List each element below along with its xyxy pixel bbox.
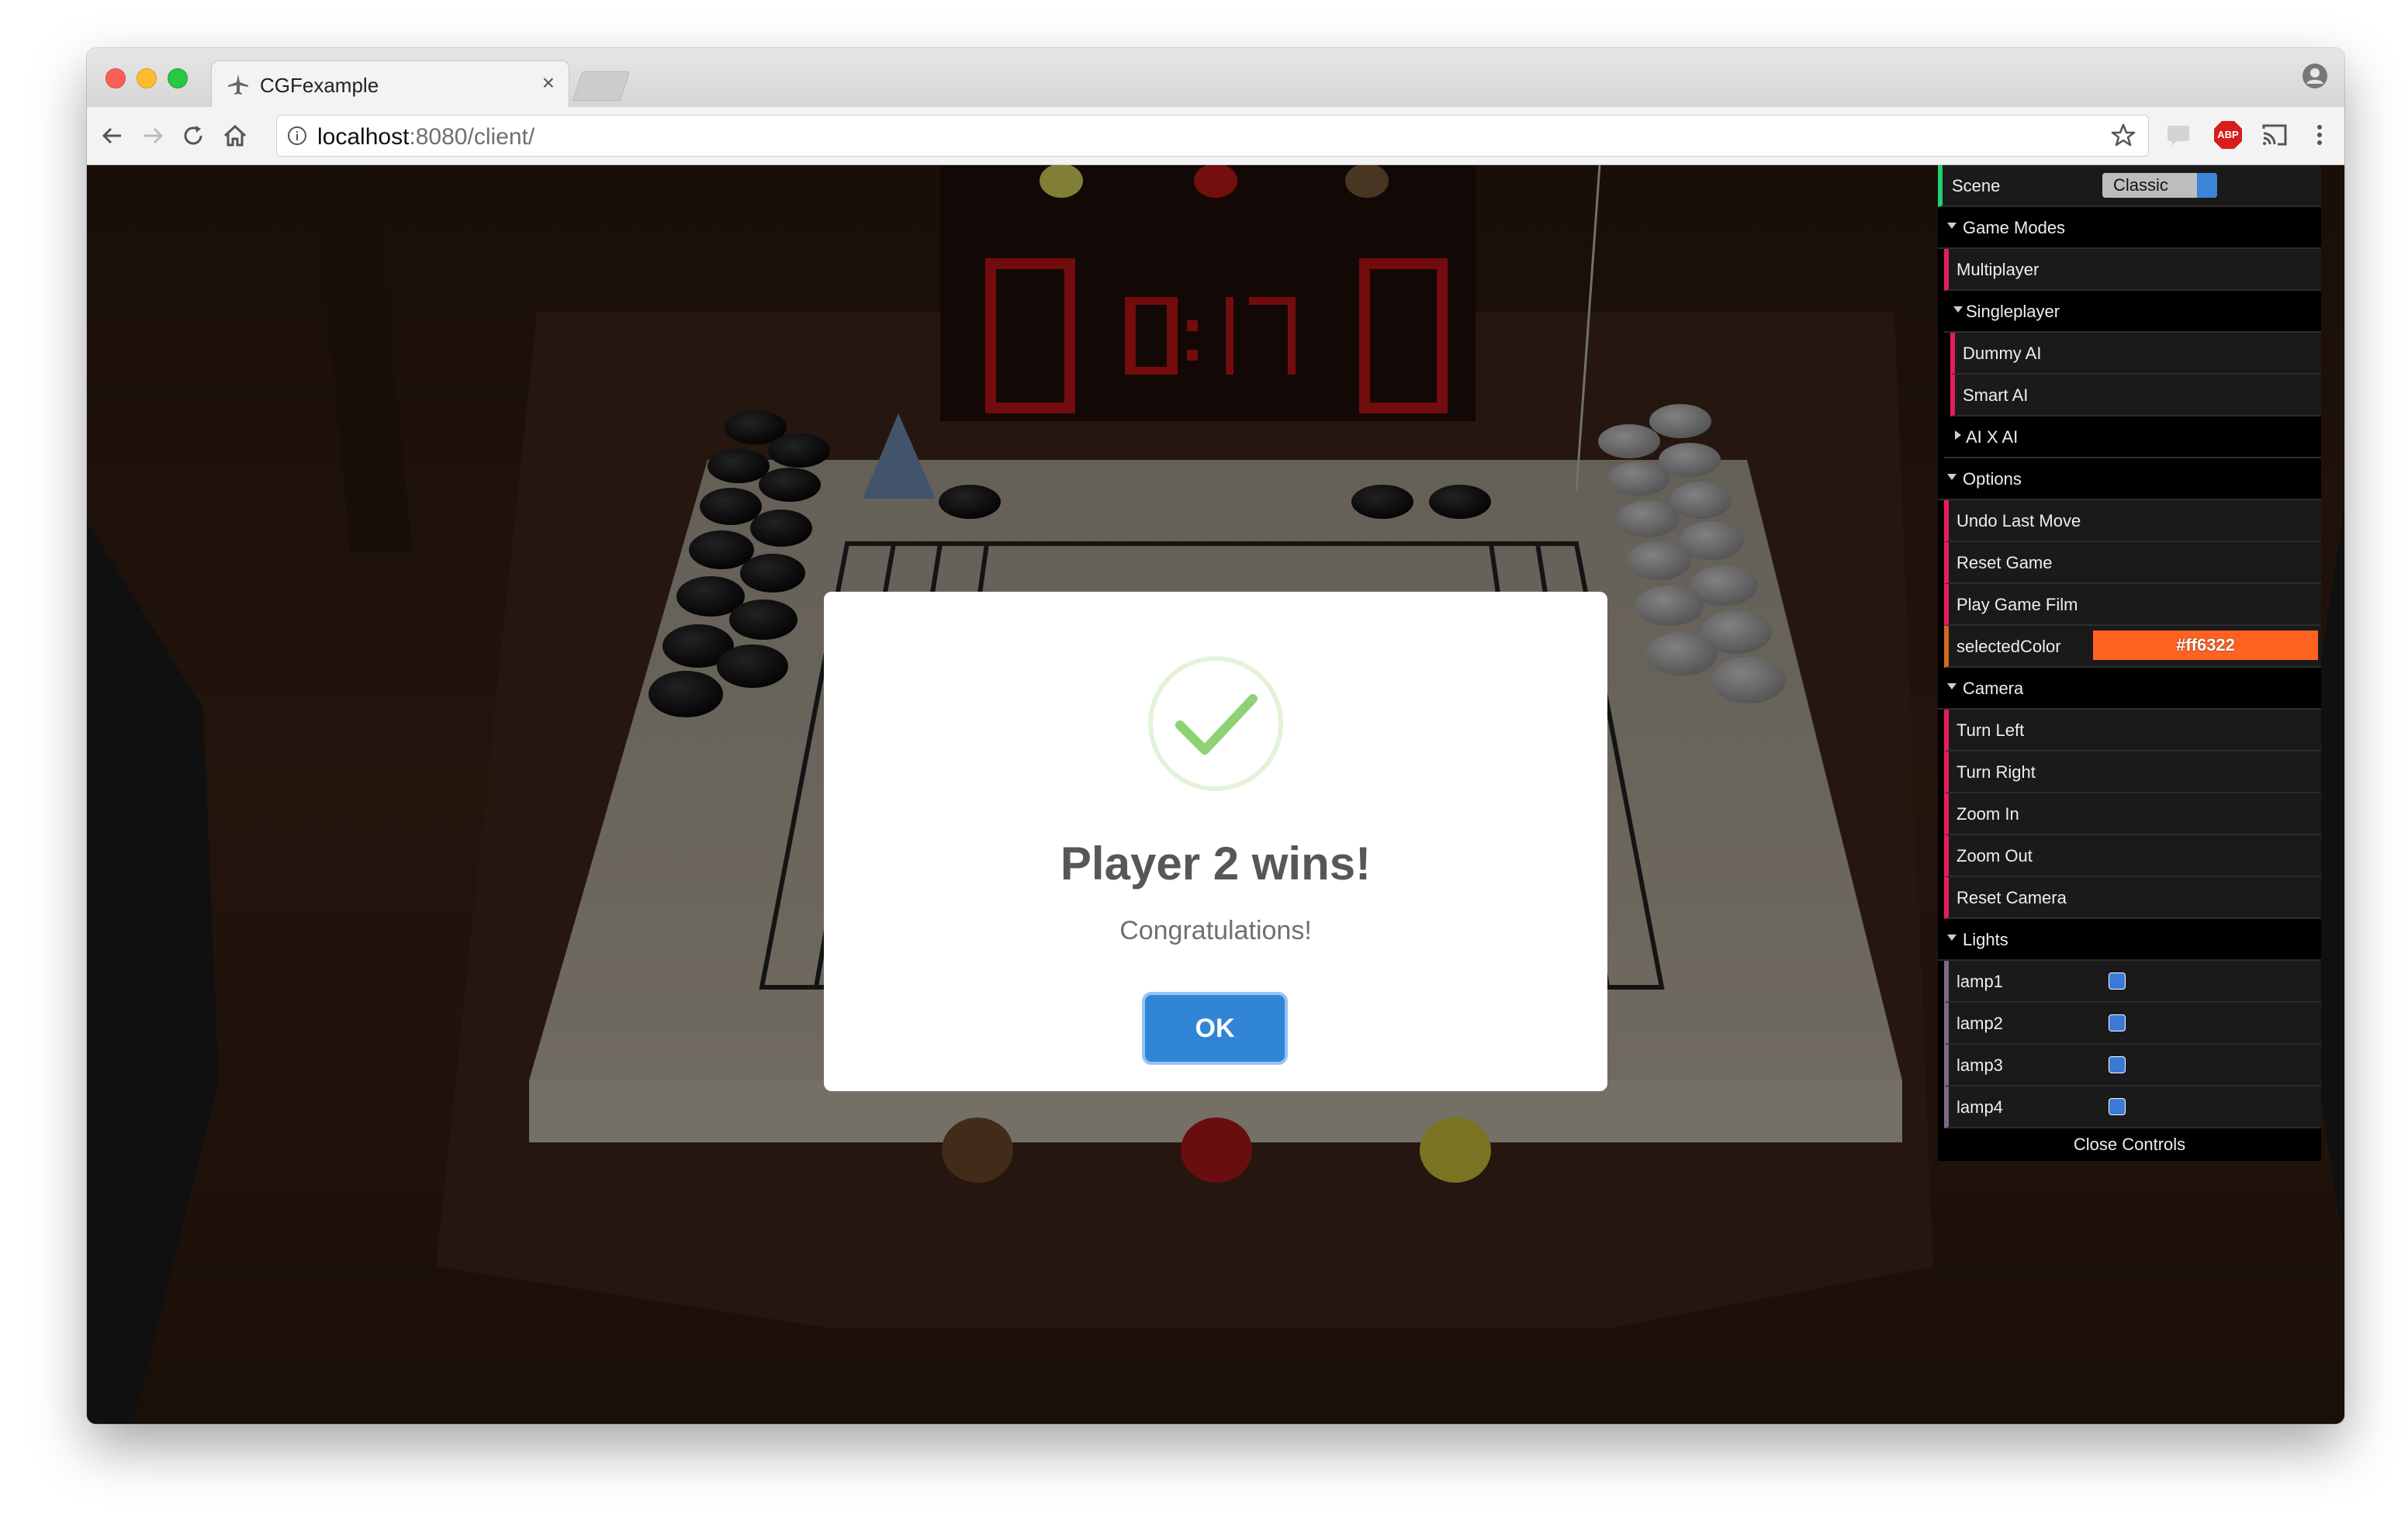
arrow-left-icon[interactable] <box>98 121 127 150</box>
multiplayer-button[interactable]: Multiplayer <box>1944 249 2321 291</box>
scene-select[interactable]: Classic <box>2102 173 2217 198</box>
airplane-icon <box>228 74 248 95</box>
folder-singleplayer-label: Singleplayer <box>1966 302 2060 321</box>
turn-left-label: Turn Left <box>1956 720 2025 740</box>
url-text: localhost:8080/client/ <box>317 124 535 150</box>
win-dialog: Player 2 wins! Congratulations! OK <box>824 592 1607 1091</box>
reset-camera-label: Reset Camera <box>1956 888 2067 907</box>
folder-lights[interactable]: Lights <box>1938 919 2321 961</box>
reset-game-button[interactable]: Reset Game <box>1944 542 2321 584</box>
tab-cgfexample[interactable]: CGFexample × <box>211 60 569 108</box>
browser-window: CGFexample × localhost:8080/client/ ABP … <box>87 48 2344 1424</box>
lamp4-checkbox[interactable] <box>2109 1098 2126 1115</box>
checkmark-icon <box>2109 1057 2125 1073</box>
folder-ai-x-ai-label: AI X AI <box>1966 427 2019 447</box>
webgl-viewport[interactable]: Player 2 wins! Congratulations! OK Scene… <box>87 165 2344 1424</box>
selected-color-label: selectedColor <box>1956 637 2061 656</box>
dialog-message: Congratulations! <box>1119 916 1312 945</box>
controls-panel: Scene Classic Game Modes Multiplayer Sin… <box>1938 165 2321 1161</box>
smart-ai-label: Smart AI <box>1963 385 2029 405</box>
scene-row: Scene Classic <box>1938 165 2321 207</box>
arrow-right-icon[interactable] <box>138 121 168 150</box>
folder-singleplayer[interactable]: Singleplayer <box>1944 291 2321 333</box>
home-icon[interactable] <box>220 121 250 150</box>
url-path: :8080/client/ <box>409 124 535 150</box>
folder-camera[interactable]: Camera <box>1938 668 2321 710</box>
info-icon[interactable] <box>286 125 308 147</box>
close-controls-button[interactable]: Close Controls <box>1938 1128 2321 1161</box>
lamp1-checkbox[interactable] <box>2109 973 2126 990</box>
lamp4-row[interactable]: lamp4 <box>1944 1087 2321 1128</box>
minimize-window-button[interactable] <box>137 68 157 88</box>
url-host: localhost <box>317 124 410 150</box>
cast-icon[interactable] <box>2259 119 2290 150</box>
star-icon[interactable] <box>2109 122 2137 150</box>
reload-icon[interactable] <box>178 121 208 150</box>
folder-ai-x-ai[interactable]: AI X AI <box>1944 416 2321 458</box>
profile-icon[interactable] <box>2301 62 2329 90</box>
chat-extension-icon[interactable] <box>2163 119 2194 150</box>
checkmark-icon <box>1148 656 1283 791</box>
turn-right-button[interactable]: Turn Right <box>1944 751 2321 793</box>
folder-lights-label: Lights <box>1963 930 2008 949</box>
lamp2-checkbox[interactable] <box>2109 1014 2126 1031</box>
chevron-down-icon <box>1947 935 1956 941</box>
zoom-in-button[interactable]: Zoom In <box>1944 793 2321 835</box>
checkmark-icon <box>2109 1015 2125 1031</box>
smart-ai-button[interactable]: Smart AI <box>1950 375 2321 416</box>
address-bar[interactable]: localhost:8080/client/ <box>276 115 2149 157</box>
folder-camera-label: Camera <box>1963 679 2024 698</box>
lamp1-row[interactable]: lamp1 <box>1944 961 2321 1003</box>
zoom-out-label: Zoom Out <box>1956 846 2033 865</box>
multiplayer-label: Multiplayer <box>1956 260 2040 279</box>
close-window-button[interactable] <box>106 68 126 88</box>
browser-toolbar: localhost:8080/client/ ABP <box>87 107 2344 165</box>
reset-game-label: Reset Game <box>1956 553 2053 572</box>
ok-button[interactable]: OK <box>1145 995 1285 1062</box>
new-tab-button[interactable] <box>572 71 631 101</box>
folder-options-label: Options <box>1963 469 2022 489</box>
lamp3-row[interactable]: lamp3 <box>1944 1045 2321 1087</box>
tab-close-icon[interactable]: × <box>542 71 555 95</box>
play-film-label: Play Game Film <box>1956 595 2078 614</box>
reset-camera-button[interactable]: Reset Camera <box>1944 877 2321 919</box>
checkmark-icon <box>2109 1099 2125 1114</box>
lamp3-checkbox[interactable] <box>2109 1056 2126 1073</box>
undo-label: Undo Last Move <box>1956 511 2081 530</box>
maximize-window-button[interactable] <box>168 68 188 88</box>
lamp2-label: lamp2 <box>1956 1014 2003 1033</box>
dummy-ai-button[interactable]: Dummy AI <box>1950 333 2321 375</box>
scene-select-value: Classic <box>2113 175 2168 195</box>
menu-dots-icon[interactable] <box>2304 119 2335 150</box>
folder-game-modes-label: Game Modes <box>1963 218 2066 237</box>
play-film-button[interactable]: Play Game Film <box>1944 584 2321 626</box>
folder-game-modes[interactable]: Game Modes <box>1938 207 2321 249</box>
lamp4-label: lamp4 <box>1956 1097 2003 1117</box>
scene-label: Scene <box>1952 176 2001 195</box>
tab-bar: CGFexample × <box>87 48 2344 108</box>
adblock-label: ABP <box>2217 129 2239 140</box>
chevron-down-icon <box>1947 223 1956 229</box>
zoom-out-button[interactable]: Zoom Out <box>1944 835 2321 877</box>
lamp2-row[interactable]: lamp2 <box>1944 1003 2321 1045</box>
turn-right-label: Turn Right <box>1956 762 2036 782</box>
dialog-title: Player 2 wins! <box>1060 838 1372 890</box>
selected-color-row: selectedColor #ff6322 <box>1944 626 2321 668</box>
turn-left-button[interactable]: Turn Left <box>1944 710 2321 751</box>
chevron-right-icon <box>1955 430 1961 440</box>
zoom-in-label: Zoom In <box>1956 804 2019 824</box>
tab-title: CGFexample <box>260 74 379 97</box>
adblock-icon[interactable]: ABP <box>2213 119 2244 150</box>
folder-options[interactable]: Options <box>1938 458 2321 500</box>
chevron-down-icon <box>1953 306 1963 313</box>
dummy-ai-label: Dummy AI <box>1963 344 2042 363</box>
chevron-down-icon <box>1947 474 1956 480</box>
select-spinner-icon <box>2197 173 2217 198</box>
chevron-down-icon <box>1947 683 1956 689</box>
lamp1-label: lamp1 <box>1956 972 2003 991</box>
checkmark-icon <box>2109 973 2125 989</box>
lamp3-label: lamp3 <box>1956 1055 2003 1075</box>
selected-color-picker[interactable]: #ff6322 <box>2093 631 2318 660</box>
undo-button[interactable]: Undo Last Move <box>1944 500 2321 542</box>
